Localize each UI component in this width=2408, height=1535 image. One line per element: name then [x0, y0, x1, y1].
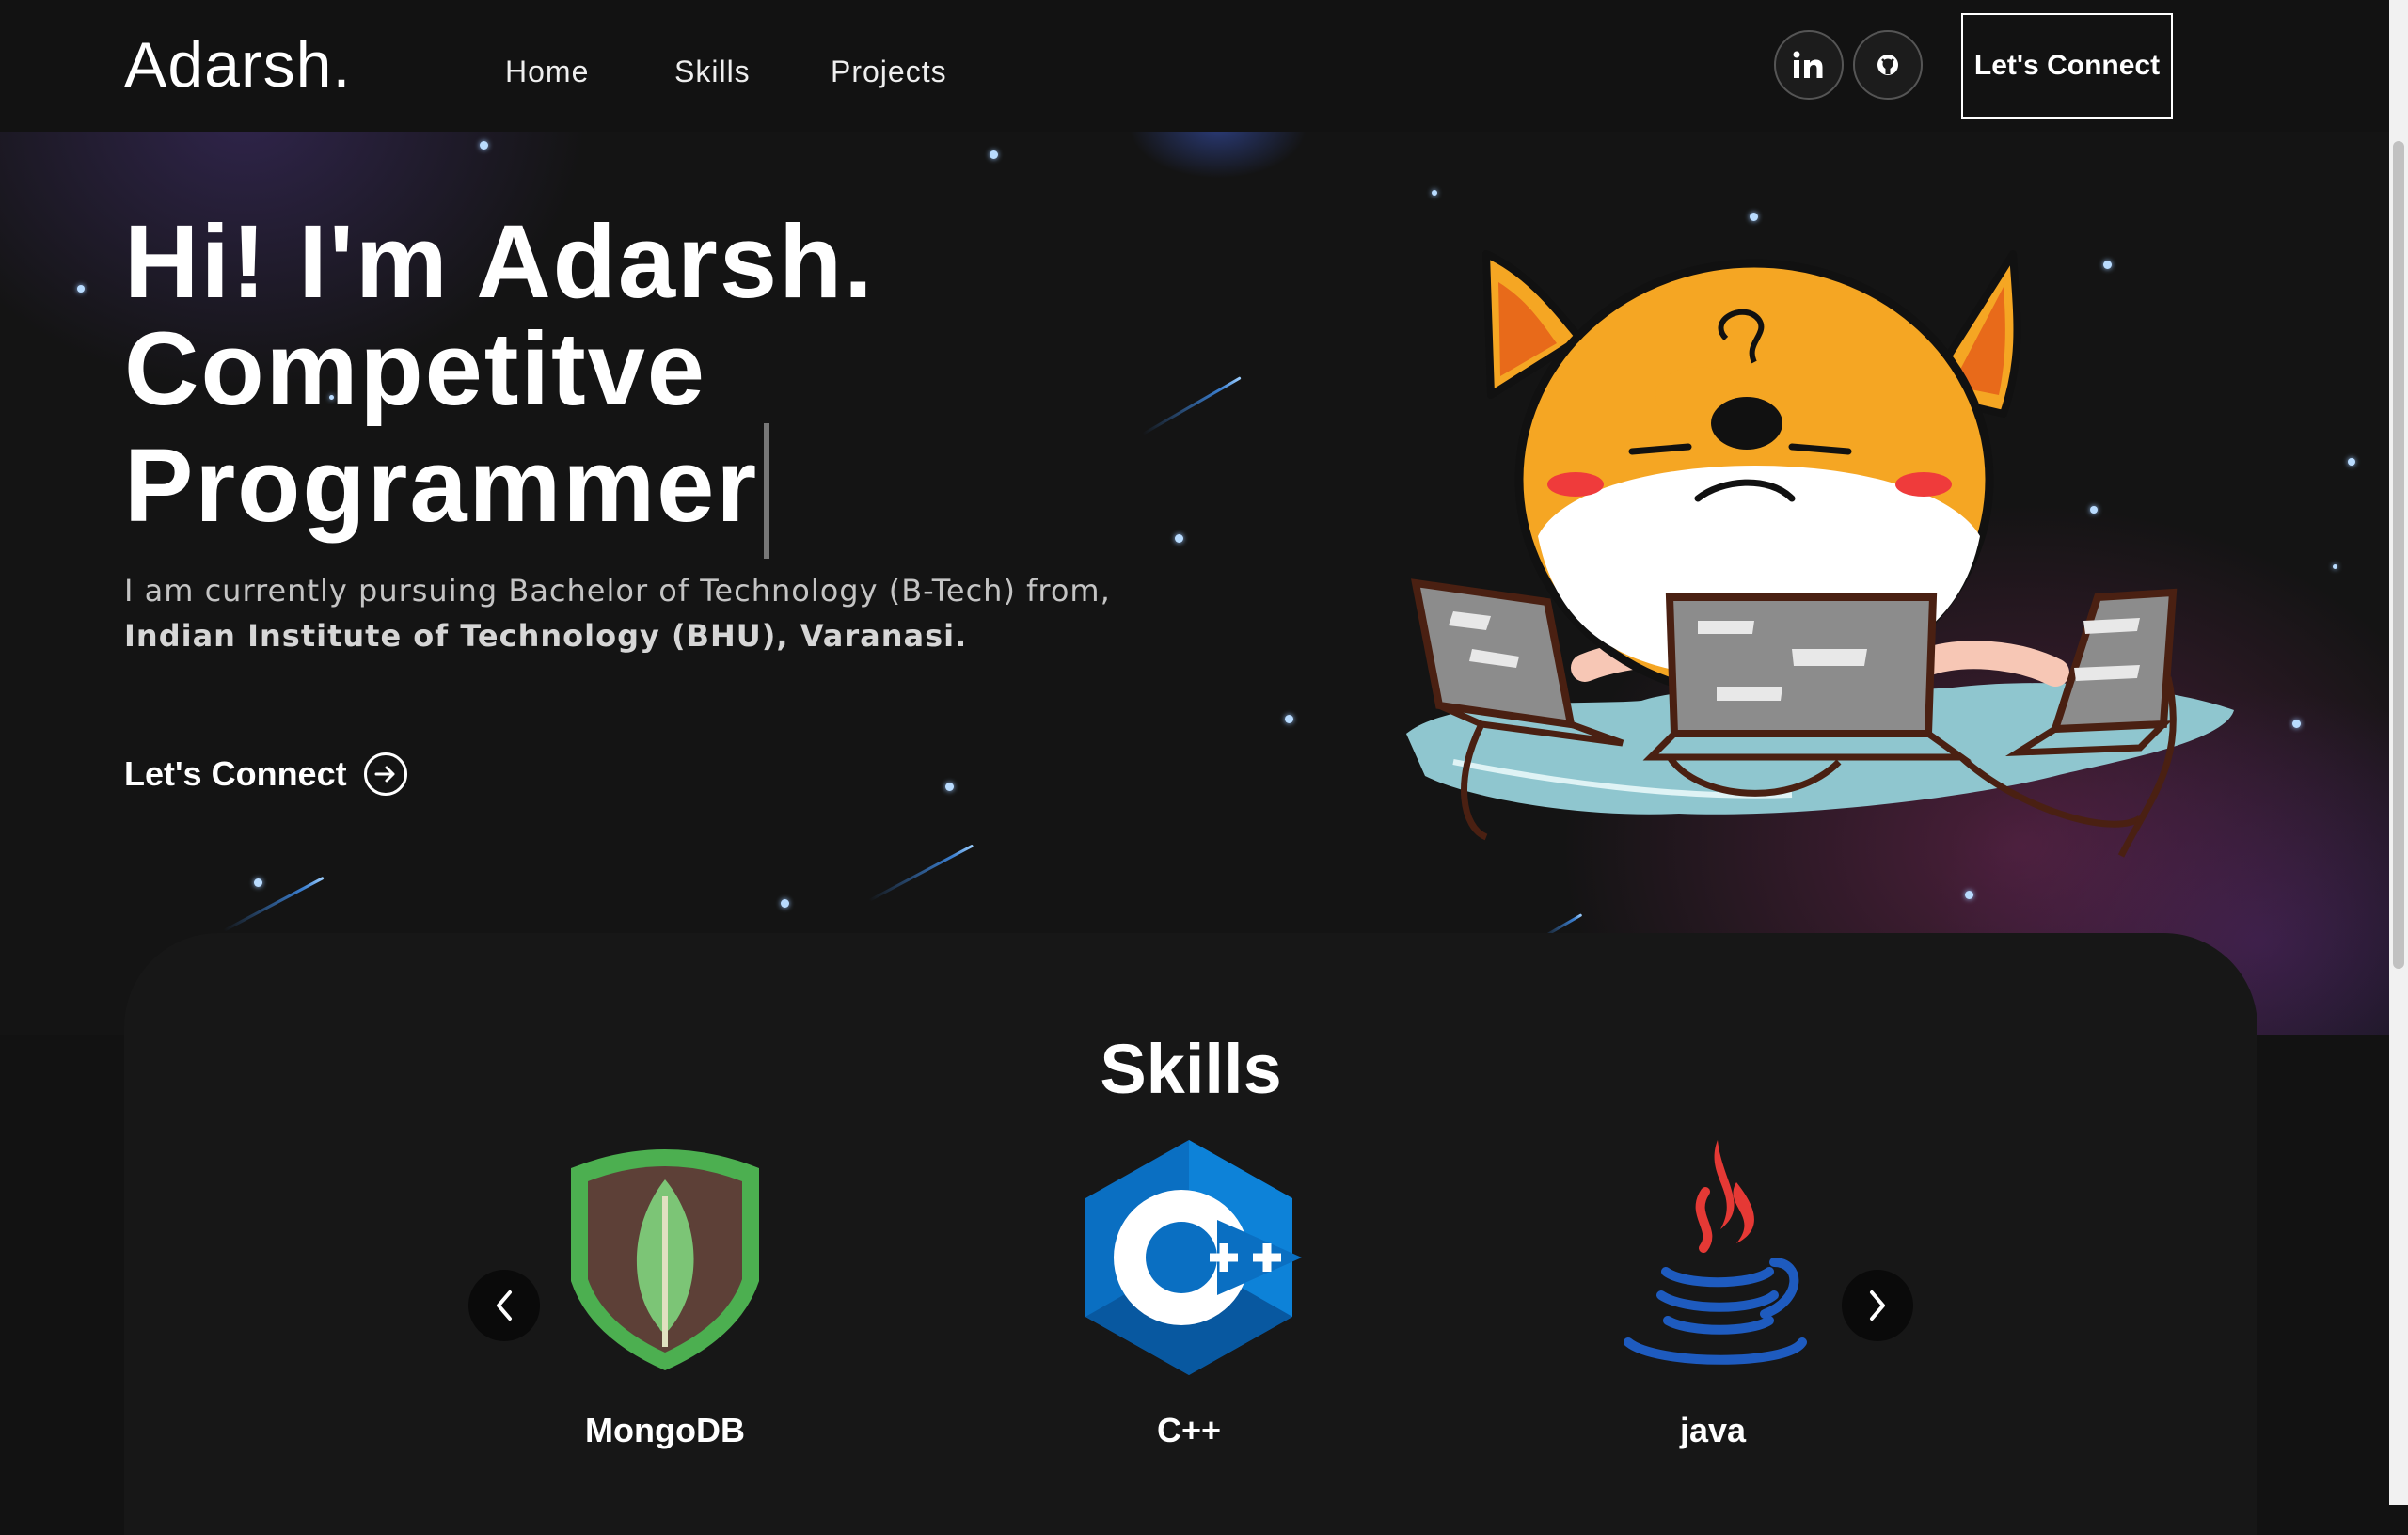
scrollbar-thumb[interactable] — [2393, 141, 2404, 969]
star — [1432, 190, 1437, 196]
skill-card-mongodb[interactable]: MongoDB — [524, 1140, 806, 1450]
hero-description: I am currently pursuing Bachelor of Tech… — [124, 568, 1111, 658]
star — [945, 783, 954, 791]
chevron-right-icon — [1870, 1290, 1885, 1321]
star — [254, 878, 262, 887]
star — [1285, 715, 1293, 723]
navbar: Adarsh. Home Skills Projects Let's Conne… — [0, 0, 2389, 132]
star — [781, 899, 789, 908]
skill-label-cpp: C++ — [1156, 1411, 1222, 1449]
nav-link-skills[interactable]: Skills — [674, 55, 751, 89]
skill-label-java: java — [1679, 1411, 1747, 1449]
java-icon — [1624, 1140, 1807, 1365]
skills-title: Skills — [1100, 1030, 1282, 1108]
nav-link-projects[interactable]: Projects — [831, 55, 947, 89]
hero-title-line-1: Hi! I'm Adarsh. — [124, 204, 875, 320]
hero-description-line-2: Indian Institute of Technology (BHU), Va… — [124, 618, 968, 654]
fox-with-laptops-illustration — [1406, 250, 2234, 858]
github-button[interactable] — [1853, 30, 1923, 100]
hero-title-line-3: Programmer — [124, 423, 875, 559]
chevron-left-icon — [497, 1290, 512, 1321]
star — [77, 285, 85, 293]
star — [480, 141, 488, 150]
linkedin-icon — [1793, 51, 1823, 78]
page-scrollbar[interactable] — [2389, 0, 2408, 1505]
skill-label-mongodb: MongoDB — [585, 1411, 745, 1449]
site-logo[interactable]: Adarsh. — [124, 28, 351, 102]
star — [1175, 534, 1183, 543]
hero-title: Hi! I'm Adarsh. Competitve Programmer — [124, 209, 875, 559]
star — [2333, 564, 2337, 569]
skill-card-cpp[interactable]: C++ — [1048, 1140, 1330, 1450]
star — [1750, 213, 1758, 221]
mongodb-icon — [571, 1149, 759, 1370]
nav-connect-button[interactable]: Let's Connect — [1961, 13, 2173, 119]
star — [990, 150, 998, 159]
cpp-icon — [1085, 1140, 1302, 1375]
hero-title-line-3-text: Programmer — [124, 428, 759, 544]
nav-link-home[interactable]: Home — [505, 55, 589, 89]
arrow-right-circle-icon — [363, 752, 407, 796]
hero-connect-label: Let's Connect — [124, 754, 347, 793]
linkedin-button[interactable] — [1774, 30, 1844, 100]
star — [2348, 458, 2355, 466]
carousel-next-button[interactable] — [1842, 1270, 1913, 1341]
skill-card-java[interactable]: java — [1572, 1140, 1854, 1450]
typing-cursor — [764, 423, 770, 559]
github-icon — [1877, 55, 1898, 75]
star — [2292, 720, 2301, 728]
hero-description-line-1: I am currently pursuing Bachelor of Tech… — [124, 573, 1111, 609]
hero-connect-button[interactable]: Let's Connect — [124, 752, 407, 796]
skills-section: Skills MongoDB C++ java — [124, 933, 2258, 1535]
hero-title-line-2: Competitve — [124, 311, 706, 427]
